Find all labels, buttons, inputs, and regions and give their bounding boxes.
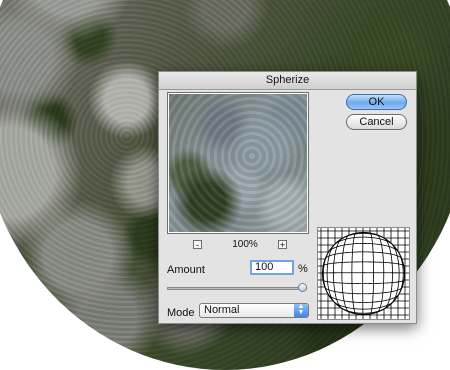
zoom-controls: - 100% + bbox=[167, 239, 309, 251]
mode-select[interactable]: Normal ▲▼ bbox=[199, 303, 309, 318]
grid-line bbox=[318, 280, 409, 284]
grid-line bbox=[370, 228, 374, 319]
zoom-out-button[interactable]: - bbox=[193, 240, 202, 249]
amount-label: Amount bbox=[167, 264, 205, 276]
mode-label: Mode bbox=[167, 307, 195, 319]
mode-selected-value: Normal bbox=[204, 304, 239, 316]
spherize-dialog: Spherize - 100% + OK Cancel Amount 100 %… bbox=[158, 71, 417, 324]
grid-line bbox=[377, 228, 384, 319]
preview-frame bbox=[167, 92, 309, 234]
cancel-button[interactable]: Cancel bbox=[346, 114, 407, 130]
zoom-in-button[interactable]: + bbox=[278, 240, 287, 249]
amount-slider-thumb[interactable] bbox=[298, 283, 307, 292]
amount-input[interactable]: 100 bbox=[250, 260, 294, 275]
amount-slider-track[interactable] bbox=[167, 287, 307, 290]
amount-unit: % bbox=[298, 263, 308, 275]
ok-button[interactable]: OK bbox=[346, 94, 407, 110]
grid-line bbox=[342, 228, 349, 319]
up-down-arrows-icon: ▲▼ bbox=[294, 304, 308, 317]
sphere-grid-graphic bbox=[318, 228, 409, 319]
grid-line bbox=[318, 252, 409, 259]
sphere-grid-icon bbox=[317, 227, 410, 320]
zoom-level: 100% bbox=[223, 239, 267, 250]
grid-line bbox=[318, 262, 409, 266]
grid-line bbox=[318, 287, 409, 294]
filter-preview-image[interactable] bbox=[169, 94, 307, 232]
grid-line bbox=[352, 228, 356, 319]
dialog-title: Spherize bbox=[159, 72, 416, 90]
